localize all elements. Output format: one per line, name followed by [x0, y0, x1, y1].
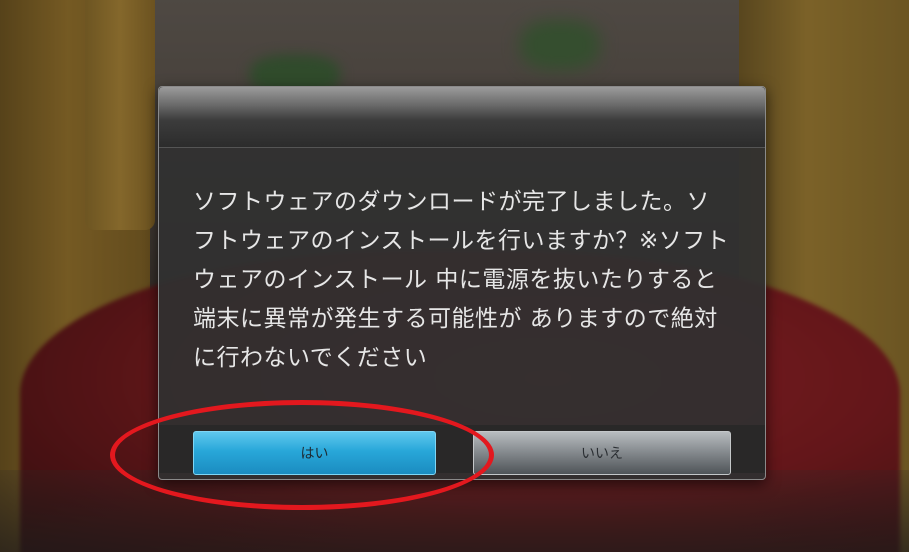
dialog-message: ソフトウェアのダウンロードが完了しました。ソフトウェアのインストールを行いますか…: [193, 189, 730, 371]
dialog-title-bar: [159, 87, 765, 148]
install-confirm-dialog: ソフトウェアのダウンロードが完了しました。ソフトウェアのインストールを行いますか…: [158, 86, 766, 480]
yes-button[interactable]: はい: [193, 431, 436, 475]
no-button[interactable]: いいえ: [473, 431, 731, 475]
